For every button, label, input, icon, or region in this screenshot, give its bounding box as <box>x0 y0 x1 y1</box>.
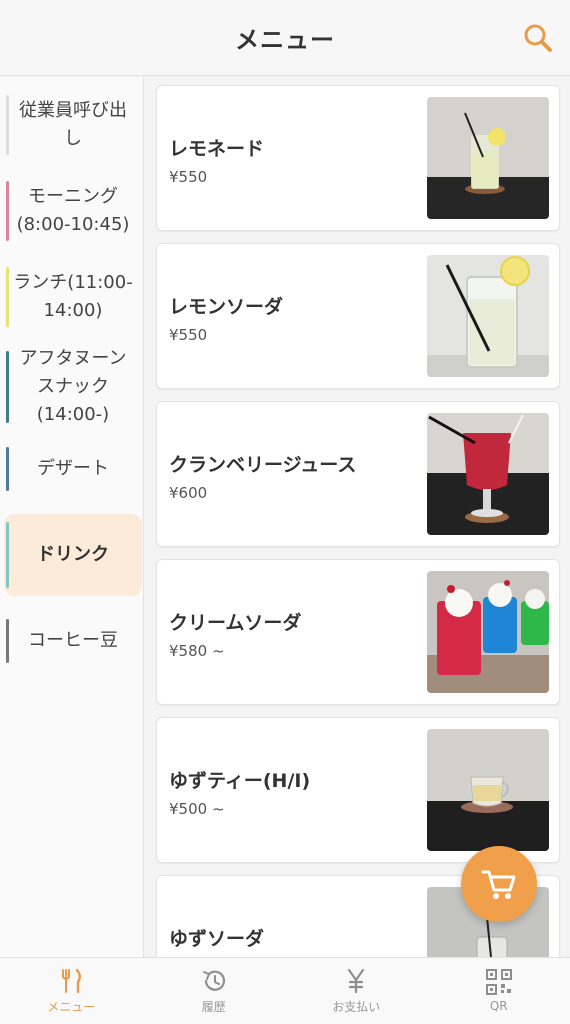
tab-history[interactable]: 履歴 <box>143 958 286 1024</box>
tab-payment[interactable]: お支払い <box>285 958 428 1024</box>
sidebar-item-staff-call[interactable]: 従業員呼び出し <box>4 87 142 163</box>
sidebar-item-morning[interactable]: モーニング(8:00-10:45) <box>4 173 142 249</box>
search-button[interactable] <box>520 20 556 56</box>
product-price: ¥580 ~ <box>169 642 225 660</box>
sidebar-item-label: ドリンク <box>37 544 109 565</box>
sidebar-item-afternoon-snack[interactable]: アフタヌーンスナック(14:00-) <box>4 343 142 431</box>
sidebar-item-label: デザート <box>37 458 109 479</box>
product-name: クランベリージュース <box>169 454 357 476</box>
sidebar-item-coffee-beans[interactable]: コーヒー豆 <box>4 611 142 671</box>
qr-code-icon <box>485 969 512 995</box>
category-color-bar <box>6 95 9 155</box>
yen-icon <box>348 968 365 993</box>
bottom-tab-bar: メニュー 履歴 お支払い QR <box>0 957 570 1024</box>
cranberry-juice-photo <box>427 413 549 535</box>
category-color-bar <box>6 351 9 423</box>
sidebar-item-label: アフタヌーンスナック(14:00-) <box>19 348 127 425</box>
tab-label: メニュー <box>47 999 96 1014</box>
product-card-cranberry-juice[interactable]: クランベリージュース ¥600 <box>156 401 560 547</box>
tab-qr[interactable]: QR <box>428 958 570 1024</box>
sidebar-item-label: 従業員呼び出し <box>19 100 127 149</box>
sidebar-item-label: コーヒー豆 <box>28 630 118 651</box>
lemon-soda-photo <box>427 255 549 377</box>
category-color-bar <box>6 447 9 491</box>
sidebar-item-label: ランチ(11:00-14:00) <box>13 272 133 321</box>
lemonade-photo <box>427 97 549 219</box>
cart-icon <box>481 870 516 899</box>
sidebar-item-dessert[interactable]: デザート <box>4 439 142 499</box>
category-color-bar <box>6 267 9 327</box>
product-card-lemon-soda[interactable]: レモンソーダ ¥550 <box>156 243 560 389</box>
product-name: ゆずティー(H/I) <box>169 770 311 792</box>
product-price: ¥550 <box>169 326 208 344</box>
sidebar-item-drink[interactable]: ドリンク <box>4 514 142 596</box>
cart-button[interactable] <box>461 846 537 922</box>
yuzu-tea-photo <box>427 729 549 851</box>
product-price: ¥500 ~ <box>169 800 225 818</box>
cream-soda-photo <box>427 571 549 693</box>
app-header: メニュー <box>0 0 570 76</box>
tab-label: 履歴 <box>201 999 226 1014</box>
search-icon <box>524 24 552 52</box>
sidebar-item-lunch[interactable]: ランチ(11:00-14:00) <box>4 259 142 335</box>
sidebar-item-label: モーニング(8:00-10:45) <box>16 186 130 235</box>
product-name: クリームソーダ <box>169 612 302 634</box>
tab-label: お支払い <box>332 999 381 1014</box>
category-color-bar <box>6 619 9 663</box>
product-name: ゆずソーダ <box>169 928 265 950</box>
product-card-yuzu-tea[interactable]: ゆずティー(H/I) ¥500 ~ <box>156 717 560 863</box>
product-name: レモネード <box>169 138 265 160</box>
history-icon <box>202 970 225 991</box>
tab-menu[interactable]: メニュー <box>0 958 143 1024</box>
product-list: レモネード ¥550 レモンソーダ ¥550 クランベリージュース ¥600 ク… <box>144 77 570 957</box>
page-title: メニュー <box>235 26 335 54</box>
category-sidebar: 従業員呼び出し モーニング(8:00-10:45) ランチ(11:00-14:0… <box>0 77 144 957</box>
tab-label: QR <box>489 999 508 1013</box>
category-color-bar <box>6 181 9 241</box>
product-price: ¥600 <box>169 484 208 502</box>
product-card-lemonade[interactable]: レモネード ¥550 <box>156 85 560 231</box>
product-card-cream-soda[interactable]: クリームソーダ ¥580 ~ <box>156 559 560 705</box>
category-color-bar <box>6 522 9 588</box>
product-name: レモンソーダ <box>169 296 284 318</box>
product-price: ¥550 <box>169 168 208 186</box>
fork-knife-icon <box>62 968 82 993</box>
